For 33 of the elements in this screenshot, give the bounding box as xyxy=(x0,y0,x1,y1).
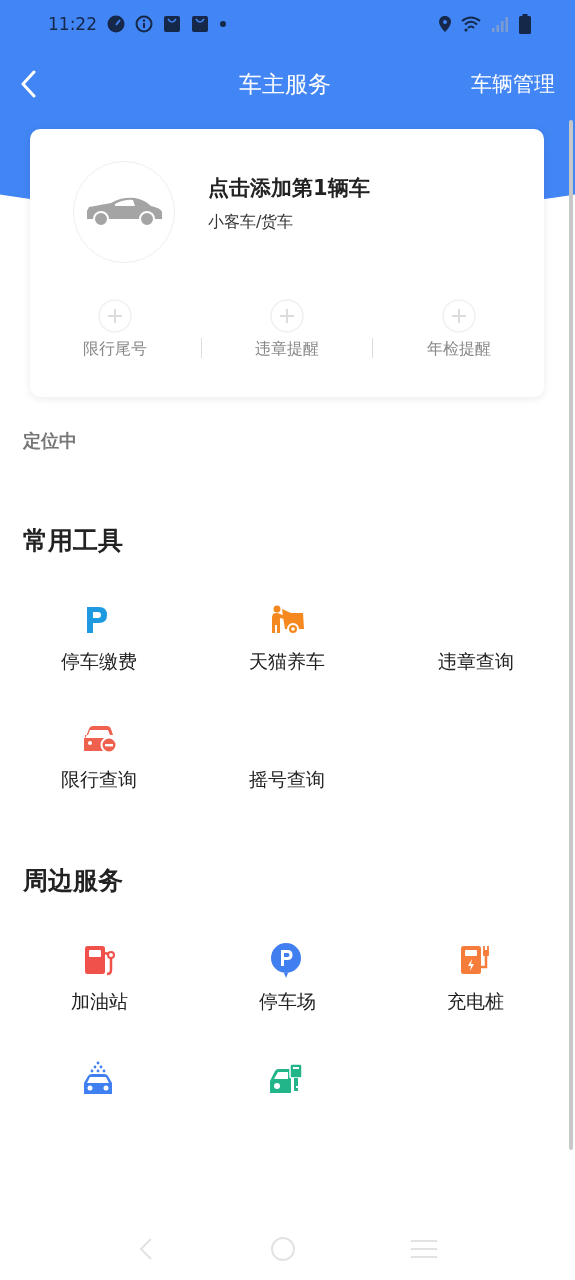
tool-label[interactable]: 充电桩 xyxy=(447,989,505,1015)
section-title: 常用工具 xyxy=(23,525,124,557)
tool-label[interactable]: 限行查询 xyxy=(61,767,138,793)
page-title: 车主服务 xyxy=(237,69,332,99)
shortcut-label[interactable]: 限行尾号 xyxy=(83,339,148,360)
location-status: 定位中 xyxy=(23,429,78,453)
tool-label[interactable]: 停车缴费 xyxy=(61,649,138,675)
shortcut-label[interactable]: 违章提醒 xyxy=(255,339,319,360)
shopping-bag-icon xyxy=(163,15,181,33)
location-icon xyxy=(439,16,451,32)
signal-icon xyxy=(491,16,509,32)
info-icon xyxy=(135,15,153,33)
shortcut-label[interactable]: 年检提醒 xyxy=(426,339,491,360)
vehicle-management-link[interactable]: 车辆管理 xyxy=(471,70,555,98)
add-icon[interactable] xyxy=(98,299,133,333)
wifi-icon xyxy=(461,16,481,32)
add-icon[interactable] xyxy=(270,299,304,333)
tool-label[interactable]: 停车场 xyxy=(259,989,316,1015)
tool-label[interactable]: 违章查询 xyxy=(437,649,514,675)
speedometer-icon xyxy=(107,15,125,33)
back-button[interactable] xyxy=(20,69,38,99)
tool-label[interactable]: 加油站 xyxy=(70,989,128,1015)
notification-dot-icon xyxy=(219,20,227,28)
tool-label[interactable]: 天猫养车 xyxy=(249,649,326,675)
battery-icon xyxy=(519,14,531,34)
section-title: 周边服务 xyxy=(23,865,124,897)
add-icon[interactable] xyxy=(441,299,476,333)
status-time: 11:22 xyxy=(48,14,97,34)
tool-label[interactable]: 摇号查询 xyxy=(249,767,326,793)
car-icon xyxy=(85,197,163,227)
add-vehicle-title[interactable]: 点击添加第1辆车 xyxy=(208,173,370,202)
shopping-bag-icon xyxy=(191,15,209,33)
vehicle-type-text: 小客车/货车 xyxy=(208,211,295,233)
